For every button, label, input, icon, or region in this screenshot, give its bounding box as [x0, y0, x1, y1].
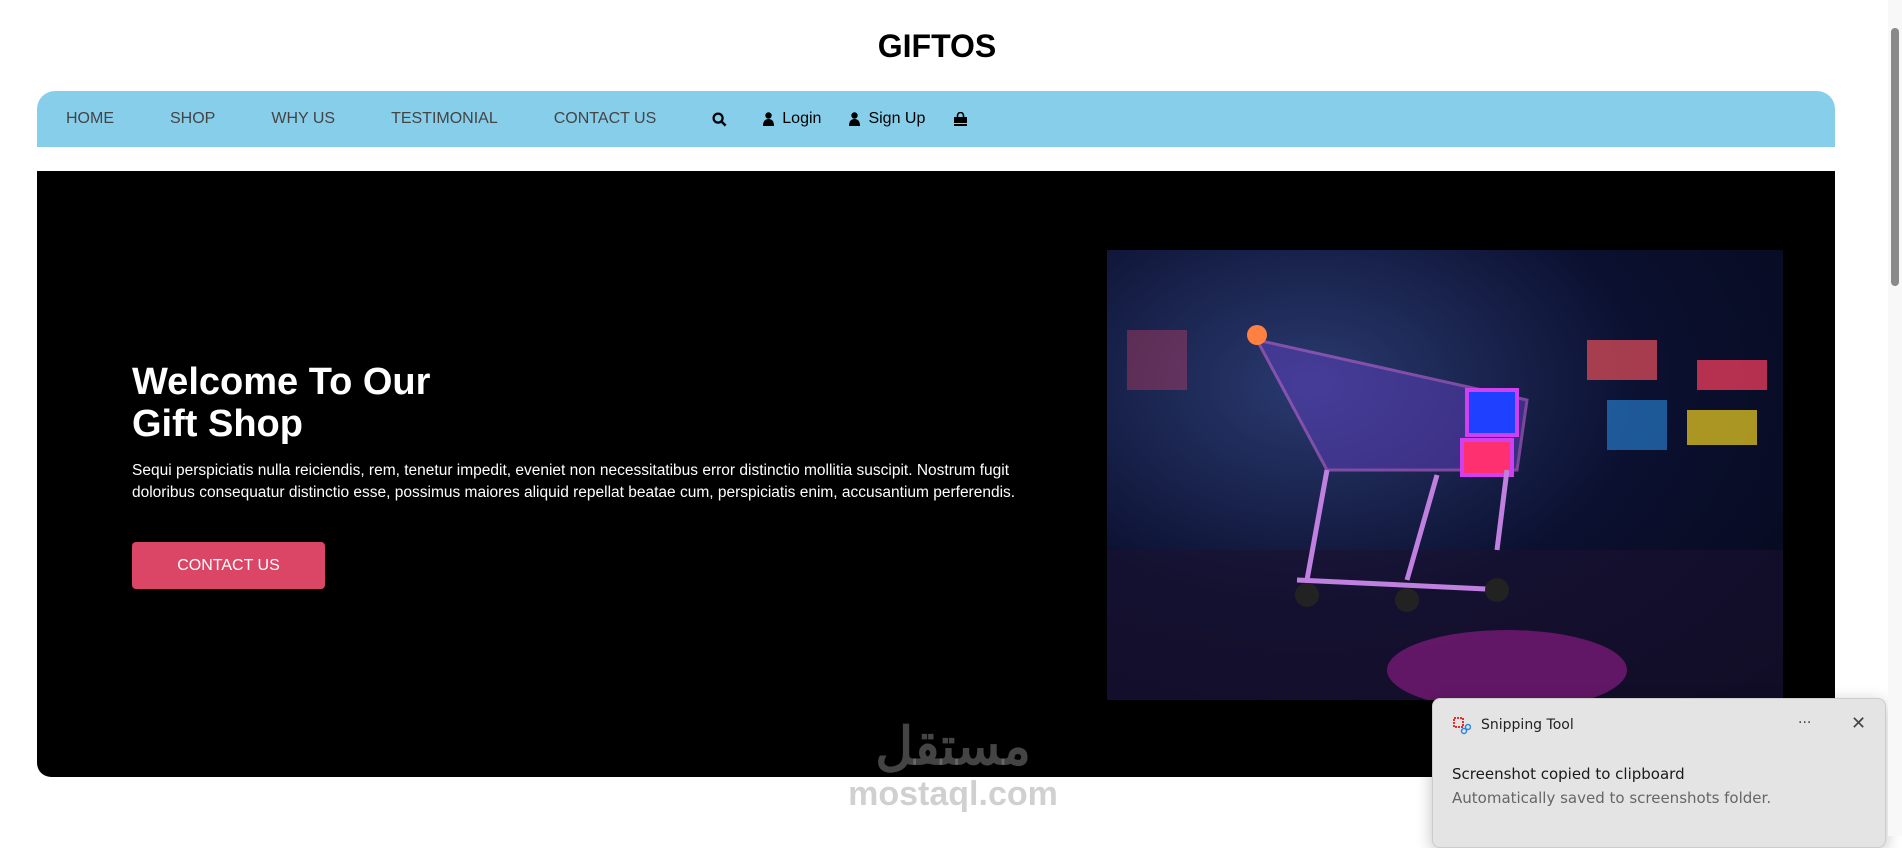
mostaql-watermark: مستقل mostaql.com: [838, 718, 1068, 812]
signup-link[interactable]: Sign Up: [849, 110, 925, 128]
hero-section: Welcome To Our Gift Shop Sequi perspiciat…: [37, 171, 1835, 777]
hero-text: Sequi perspiciatis nulla reiciendis, rem…: [132, 462, 1016, 501]
hero-title-line1: Welcome To Our: [132, 361, 431, 403]
shopping-bag-icon[interactable]: [953, 111, 976, 127]
snipping-tool-icon: [1453, 717, 1472, 735]
main-nav: HOME SHOP WHY US TESTIMONIAL CONTACT US …: [37, 91, 1835, 147]
search-icon[interactable]: [712, 111, 735, 127]
nav-contact-us[interactable]: CONTACT US: [554, 110, 657, 128]
user-icon: [763, 112, 775, 126]
watermark-latin: mostaql.com: [848, 775, 1058, 813]
signup-label: Sign Up: [868, 110, 926, 127]
shopping-cart-image: [1107, 250, 1783, 700]
nav-why-us[interactable]: WHY US: [271, 110, 335, 128]
hero-title-line2: Gift Shop: [132, 403, 303, 445]
watermark-arabic: مستقل: [875, 718, 1031, 776]
snipping-tool-notification[interactable]: Snipping Tool ··· ✕ Screenshot copied to…: [1432, 698, 1886, 848]
user-icon: [849, 112, 861, 126]
hero-title: Welcome To Our Gift Shop: [132, 361, 430, 445]
contact-us-button[interactable]: CONTACT US: [132, 542, 325, 589]
brand-logo[interactable]: GIFTOS: [0, 28, 1874, 65]
scrollbar[interactable]: [1888, 0, 1902, 836]
scrollbar-thumb[interactable]: [1891, 28, 1899, 286]
close-icon[interactable]: ✕: [1851, 713, 1866, 734]
login-link[interactable]: Login: [763, 110, 821, 128]
toast-app-name: Snipping Tool: [1481, 717, 1574, 733]
toast-title: Screenshot copied to clipboard: [1452, 765, 1685, 783]
nav-testimonial[interactable]: TESTIMONIAL: [391, 110, 498, 128]
toast-body: Automatically saved to screenshots folde…: [1452, 789, 1772, 807]
login-label: Login: [782, 110, 822, 127]
nav-shop[interactable]: SHOP: [170, 110, 215, 128]
more-options-button[interactable]: ···: [1798, 715, 1811, 731]
nav-home[interactable]: HOME: [66, 110, 114, 128]
